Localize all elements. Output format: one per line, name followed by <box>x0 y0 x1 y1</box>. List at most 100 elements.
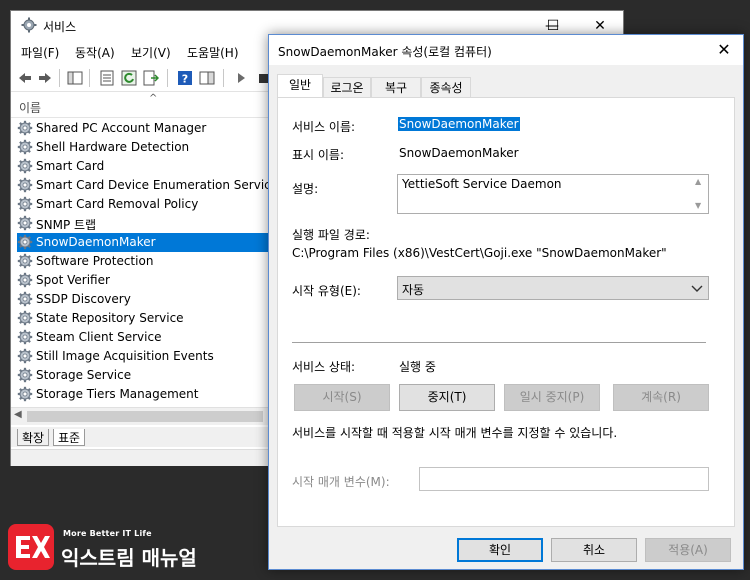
service-name: Shared PC Account Manager <box>36 121 207 135</box>
list-item[interactable]: Smart Card <box>17 157 269 176</box>
list-item[interactable]: Software Protection <box>17 252 269 271</box>
export-list-icon[interactable] <box>143 70 159 86</box>
back-arrow-icon[interactable] <box>17 70 33 86</box>
tab-recovery[interactable]: 복구 <box>371 77 421 97</box>
properties-dialog: SnowDaemonMaker 속성(로컬 컴퓨터) ✕ 일반 로그온 복구 종… <box>268 34 744 570</box>
gear-icon <box>17 310 33 326</box>
service-status-value: 실행 중 <box>399 360 436 374</box>
general-tab-panel: 서비스 이름: SnowDaemonMaker 표시 이름: SnowDaemo… <box>277 97 735 527</box>
tab-extended[interactable]: 확장 <box>17 429 50 446</box>
list-item[interactable]: Spot Verifier <box>17 271 269 290</box>
section-divider <box>292 342 706 343</box>
pause-button[interactable]: 일시 중지(P) <box>504 384 600 411</box>
tab-standard[interactable]: 표준 <box>53 429 86 446</box>
gear-icon <box>17 120 33 136</box>
list-item[interactable]: Storage Tiers Management <box>17 385 269 404</box>
ok-button[interactable]: 확인 <box>457 538 543 562</box>
watermark-tagline: More Better IT Life <box>63 529 152 538</box>
description-label: 설명: <box>292 182 319 196</box>
tab-logon[interactable]: 로그온 <box>323 77 371 97</box>
gear-icon <box>17 234 33 250</box>
scrollbar-thumb[interactable] <box>27 411 263 422</box>
sort-ascending-icon: ^ <box>149 93 158 104</box>
refresh-icon[interactable] <box>121 70 137 86</box>
service-name-label: 서비스 이름: <box>292 120 356 134</box>
list-item[interactable]: Still Image Acquisition Events <box>17 347 269 366</box>
gear-icon <box>17 291 33 307</box>
column-header-name[interactable]: 이름 ^ <box>11 93 269 118</box>
column-header-label: 이름 <box>19 101 42 115</box>
startup-type-select[interactable]: 자동 <box>397 276 709 300</box>
service-name: State Repository Service <box>36 311 184 325</box>
service-name-value[interactable]: SnowDaemonMaker <box>398 117 520 131</box>
service-name: SnowDaemonMaker <box>36 235 156 249</box>
display-name-value: SnowDaemonMaker <box>399 146 519 160</box>
forward-arrow-icon[interactable] <box>37 70 53 86</box>
startup-type-label: 시작 유형(E): <box>292 284 361 298</box>
gear-icon <box>17 386 33 402</box>
list-item[interactable]: Shell Hardware Detection <box>17 138 269 157</box>
horizontal-scrollbar[interactable]: ◀ <box>11 407 269 425</box>
console-tree-icon[interactable] <box>67 70 83 86</box>
watermark-logo: More Better IT Life 익스트림 매뉴얼 <box>8 522 208 572</box>
services-list: Shared PC Account Manager Shell Hardware … <box>11 119 269 407</box>
list-item[interactable]: Storage Service <box>17 366 269 385</box>
menu-file[interactable]: 파일(F) <box>21 44 59 61</box>
list-item[interactable]: SnowDaemonMaker <box>17 233 269 252</box>
toolbar-separator <box>89 69 90 87</box>
show-hide-pane-icon[interactable] <box>199 70 215 86</box>
gear-icon <box>21 17 37 33</box>
list-item[interactable]: SSDP Discovery <box>17 290 269 309</box>
svg-text:?: ? <box>182 73 188 86</box>
help-icon[interactable]: ? <box>177 70 193 86</box>
list-item[interactable]: Smart Card Removal Policy <box>17 195 269 214</box>
gear-icon <box>17 139 33 155</box>
play-icon[interactable] <box>233 70 249 86</box>
menu-action[interactable]: 동작(A) <box>75 44 115 61</box>
service-name: SSDP Discovery <box>36 292 131 306</box>
dialog-close-button[interactable]: ✕ <box>709 39 739 61</box>
service-name: Smart Card Removal Policy <box>36 197 199 211</box>
service-name: Storage Tiers Management <box>36 387 199 401</box>
startup-type-value: 자동 <box>402 283 425 297</box>
start-parameters-input[interactable] <box>419 467 709 491</box>
scroll-down-icon[interactable]: ▼ <box>695 201 701 210</box>
properties-icon[interactable] <box>99 70 115 86</box>
description-text: YettieSoft Service Daemon <box>402 177 562 191</box>
tab-general[interactable]: 일반 <box>277 74 323 98</box>
list-item[interactable]: Smart Card Device Enumeration Service <box>17 176 269 195</box>
watermark-brand: 익스트림 매뉴얼 <box>61 546 197 570</box>
stop-button[interactable]: 중지(T) <box>399 384 495 411</box>
scroll-left-icon[interactable]: ◀ <box>14 409 22 420</box>
service-name: Spot Verifier <box>36 273 110 287</box>
gear-icon <box>17 348 33 364</box>
start-parameters-label: 시작 매개 변수(M): <box>292 475 390 489</box>
ex-logo-icon <box>8 524 54 570</box>
service-name: Still Image Acquisition Events <box>36 349 214 363</box>
list-item[interactable]: SNMP 트랩 <box>17 214 269 233</box>
window-title: 서비스 <box>43 20 77 34</box>
apply-button[interactable]: 적용(A) <box>645 538 731 562</box>
dialog-title: SnowDaemonMaker 속성(로컬 컴퓨터) <box>278 45 492 59</box>
list-item[interactable]: Shared PC Account Manager <box>17 119 269 138</box>
dialog-titlebar[interactable]: SnowDaemonMaker 속성(로컬 컴퓨터) ✕ <box>269 35 743 65</box>
start-button[interactable]: 시작(S) <box>294 384 390 411</box>
cancel-button[interactable]: 취소 <box>551 538 637 562</box>
menu-view[interactable]: 보기(V) <box>131 44 171 61</box>
tab-dependencies[interactable]: 종속성 <box>421 77 471 97</box>
gear-icon <box>17 158 33 174</box>
list-item[interactable]: State Repository Service <box>17 309 269 328</box>
display-name-label: 표시 이름: <box>292 148 345 162</box>
list-item[interactable]: Steam Client Service <box>17 328 269 347</box>
service-status-label: 서비스 상태: <box>292 360 356 374</box>
toolbar-separator <box>167 69 168 87</box>
service-name: Shell Hardware Detection <box>36 140 190 154</box>
scroll-up-icon[interactable]: ▲ <box>695 177 701 186</box>
menu-help[interactable]: 도움말(H) <box>187 44 239 61</box>
executable-path-value: C:\Program Files (x86)\VestCert\Goji.exe… <box>292 246 667 260</box>
chevron-down-icon <box>691 285 703 292</box>
resume-button[interactable]: 계속(R) <box>613 384 709 411</box>
description-field[interactable]: YettieSoft Service Daemon ▲ ▼ <box>397 174 709 214</box>
service-name: Storage Service <box>36 368 132 382</box>
gear-icon <box>17 177 33 193</box>
